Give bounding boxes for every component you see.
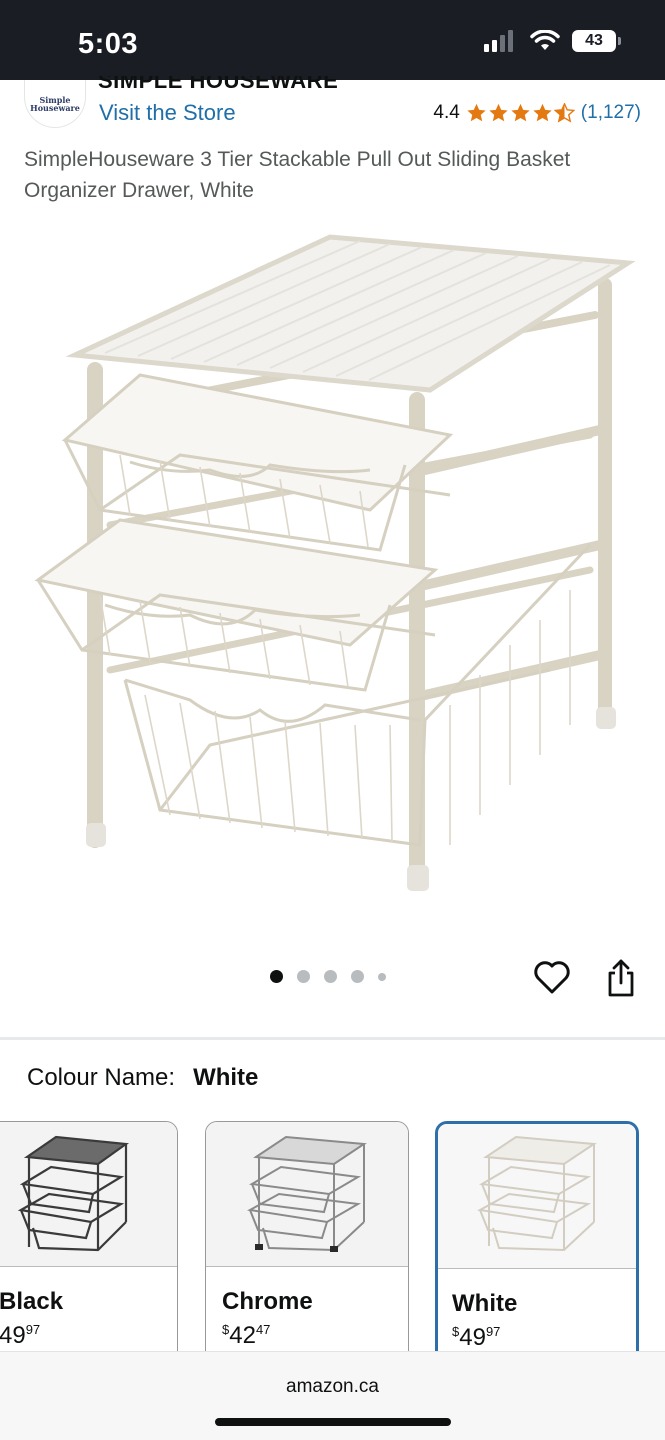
status-icons: 43 <box>484 30 621 52</box>
wifi-icon <box>530 30 560 50</box>
star-icon <box>489 103 508 122</box>
swatch-price: 4997 <box>0 1322 41 1349</box>
rating-value: 4.4 <box>433 102 460 123</box>
rating-summary[interactable]: 4.4 (1,127) <box>433 102 641 124</box>
colour-selected: White <box>193 1064 259 1091</box>
battery-level: 43 <box>572 30 616 52</box>
logo-text-2: Houseware <box>30 102 80 113</box>
star-rating <box>466 103 575 123</box>
swatch-thumbnail <box>0 1122 177 1267</box>
swatch-black-image <box>17 1135 130 1252</box>
carousel-dot[interactable] <box>378 972 386 981</box>
image-carousel-dots[interactable] <box>270 970 386 983</box>
battery-icon: 43 <box>572 30 621 52</box>
carousel-dot[interactable] <box>324 970 337 983</box>
brand-name: SIMPLE HOUSEWARE <box>98 76 338 94</box>
swatch-thumbnail <box>206 1122 408 1267</box>
visit-store-link[interactable]: Visit the Store <box>99 100 236 126</box>
swatch-chrome[interactable]: Chrome $4247 <box>205 1121 409 1351</box>
star-icon <box>511 103 530 122</box>
product-image[interactable] <box>30 225 640 905</box>
brand-name-text: SIMPLE HOUSEWARE <box>98 76 339 93</box>
product-title: SimpleHouseware 3 Tier Stackable Pull Ou… <box>24 148 571 202</box>
swatch-name: White <box>452 1290 518 1317</box>
swatch-name: Black <box>0 1288 64 1315</box>
star-icon <box>467 103 486 122</box>
swatch-name: Chrome <box>222 1288 313 1315</box>
carousel-dot[interactable] <box>351 970 364 983</box>
colour-name-row: Colour Name: White <box>27 1064 258 1092</box>
signal-icon <box>484 30 513 52</box>
swatch-price: $4997 <box>452 1324 501 1351</box>
carousel-dot[interactable] <box>297 970 310 983</box>
swatch-white-image <box>476 1135 597 1252</box>
swatch-black[interactable]: Black 4997 <box>0 1121 178 1351</box>
carousel-dot[interactable] <box>270 970 283 983</box>
colour-label: Colour Name: <box>27 1064 176 1091</box>
swatch-chrome-image <box>246 1135 367 1252</box>
status-bar: 5:03 43 <box>0 0 665 80</box>
share-icon[interactable] <box>604 958 638 998</box>
rating-count: (1,127) <box>580 102 641 123</box>
colour-swatches: Black 4997 Chrome $4247 White $4997 <box>0 1121 665 1351</box>
swatch-thumbnail <box>438 1124 636 1269</box>
home-indicator[interactable] <box>215 1418 451 1426</box>
heart-icon[interactable] <box>533 959 571 995</box>
status-time: 5:03 <box>78 28 139 60</box>
browser-bottom-bar: amazon.ca <box>0 1351 665 1440</box>
star-icon <box>533 103 552 122</box>
section-divider <box>0 1037 665 1040</box>
url-domain[interactable]: amazon.ca <box>0 1376 665 1398</box>
half-star-icon <box>553 103 575 123</box>
brand-logo[interactable]: Simple Houseware <box>24 80 86 128</box>
swatch-white[interactable]: White $4997 <box>435 1121 639 1351</box>
swatch-price: $4247 <box>222 1322 271 1349</box>
